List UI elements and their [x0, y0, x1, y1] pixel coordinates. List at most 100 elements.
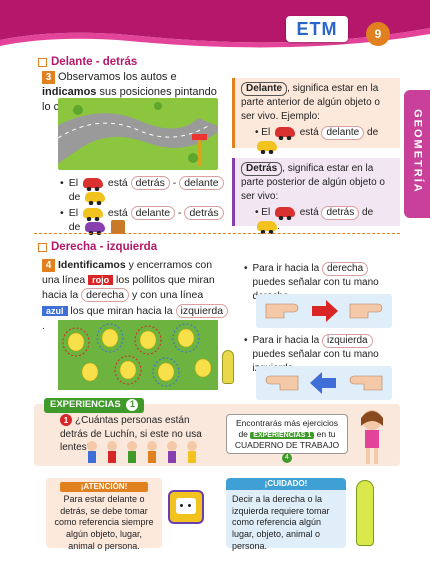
car-red-icon: [82, 178, 103, 192]
exercise4-number: 4: [42, 259, 55, 272]
car-red-icon: [274, 207, 295, 221]
girl-character-icon: [352, 406, 392, 466]
experience-label: EXPERIENCIAS 1: [44, 398, 145, 413]
header-band: ETM 9: [0, 0, 430, 48]
item1: • El está detrás - delante de: [60, 176, 230, 206]
definition-detras: Detrás, significa estar en la parte post…: [232, 158, 400, 235]
car-yellow-icon: [257, 141, 277, 155]
item1-mid: está: [107, 177, 128, 189]
item2-pre: El: [68, 207, 79, 219]
note-tag: EXPERIENCIAS 1: [250, 432, 315, 440]
instruction-bold: indicamos: [42, 85, 97, 98]
experience-label-num: 1: [126, 399, 139, 411]
left-pre: Para ir hacia la: [252, 335, 322, 346]
chicks-illustration: [58, 320, 218, 390]
word-derecha-right: derecha: [322, 262, 369, 276]
checkbox-icon: [38, 243, 47, 253]
attention-text: Para estar delante o detrás, se debe tom…: [54, 494, 154, 551]
checkbox-icon: [38, 58, 47, 68]
ex-post: de: [367, 127, 379, 138]
ex-pre: El: [261, 127, 271, 138]
ex-word: delante: [321, 126, 365, 140]
bullet-dot: •: [244, 335, 248, 346]
item2-mid: está: [107, 207, 128, 219]
girl-svg: [361, 410, 383, 464]
ex-word: detrás: [321, 206, 360, 220]
road-svg: [58, 102, 218, 166]
definition-delante: Delante, significa estar en la parte ant…: [232, 78, 400, 155]
def-delante-example: • El está delante de: [241, 126, 394, 155]
header-wave: [0, 0, 430, 48]
option-detras[interactable]: detrás: [184, 206, 224, 220]
option-delante[interactable]: delante: [179, 176, 224, 190]
blue-line-tag: azul: [42, 305, 68, 316]
right-hand-illustration: [256, 294, 392, 328]
ex4-text4: los que miran hacia la: [67, 304, 176, 317]
exercise3-number: 3: [42, 71, 55, 84]
ex-end: .: [277, 221, 280, 232]
corn-mascot-bottom-icon: [356, 480, 374, 546]
page-number: 9: [374, 27, 382, 41]
section1-title-text: Delante - detrás: [51, 56, 138, 68]
item1-post: de: [68, 191, 81, 204]
side-tab: GEOMETRÍA: [404, 90, 430, 218]
right-pointing-hands-svg: [265, 300, 383, 322]
side-tab-label: GEOMETRÍA: [411, 109, 424, 194]
race-track-illustration: [58, 98, 218, 170]
careful-title: ¡CUIDADO!: [226, 478, 346, 491]
children-svg: [87, 441, 197, 463]
ex-post: de: [362, 207, 374, 218]
car-red-icon: [274, 127, 295, 141]
word-izquierda-left: izquierda: [322, 334, 373, 348]
note-num: 4: [282, 453, 292, 464]
item2-post: de: [68, 221, 81, 234]
experience-label-text: EXPERIENCIAS: [50, 399, 121, 410]
brand-logo: ETM: [286, 16, 348, 42]
children-row-illustration: [84, 440, 204, 464]
careful-box: ¡CUIDADO! Decir a la derecha o la izquie…: [226, 478, 346, 551]
instruction-pre: Observamos los autos e: [58, 71, 177, 83]
bullet-dot: •: [60, 177, 64, 189]
ex-mid: está: [299, 207, 319, 218]
ex4-bold: Identificamos: [58, 259, 126, 271]
careful-text: Decir a la derecha o la izquierda requie…: [232, 494, 330, 551]
word-izquierda: izquierda: [175, 303, 229, 318]
word-derecha: derecha: [81, 288, 130, 303]
car-yellow-icon: [82, 208, 103, 222]
option-delante[interactable]: delante: [130, 206, 176, 220]
tv-mascot-icon: [168, 490, 204, 524]
ex4-text5: .: [42, 319, 45, 332]
item1-pre: El: [68, 177, 79, 189]
section-divider: [34, 233, 400, 234]
bullet-dot: •: [244, 263, 248, 274]
corn-mascot-icon: [222, 350, 234, 384]
left-hand-illustration: [256, 366, 392, 400]
ex-pre: El: [261, 207, 271, 218]
section2-title-text: Derecha - izquierda: [51, 241, 158, 253]
car-yellow-icon: [85, 192, 106, 206]
ex4-text3: y con una línea: [129, 289, 204, 302]
ex-mid: está: [299, 127, 319, 138]
option-detras[interactable]: detrás: [130, 176, 170, 190]
car-purple-icon: [85, 222, 106, 236]
section1-title: Delante - detrás: [38, 55, 137, 71]
def-detras-example: • El está detrás de .: [255, 206, 374, 235]
car-yellow-icon: [257, 221, 277, 235]
left-pointing-hands-svg: [265, 372, 383, 394]
attention-title: ¡ATENCIÓN!: [60, 482, 148, 493]
right-pre: Para ir hacia la: [252, 263, 322, 274]
question-num: 1: [60, 414, 72, 426]
section2-title: Derecha - izquierda: [38, 240, 157, 256]
attention-box: ¡ATENCIÓN! Para estar delante o detrás, …: [46, 478, 162, 551]
item2-sep: -: [178, 207, 182, 219]
red-line-tag: rojo: [88, 275, 114, 286]
chicks-svg: [62, 323, 212, 387]
def-delante-word: Delante: [241, 82, 288, 96]
bullet-dot: •: [60, 207, 64, 219]
def-detras-word: Detrás: [241, 162, 283, 176]
item1-sep: -: [172, 177, 177, 189]
workbook-note: Encontrarás más ejercicios de EXPERIENCI…: [226, 414, 348, 464]
brand-name: ETM: [296, 19, 338, 39]
page-number-badge: 9: [366, 22, 390, 46]
item2: • El está delante - detrás de: [60, 206, 230, 236]
